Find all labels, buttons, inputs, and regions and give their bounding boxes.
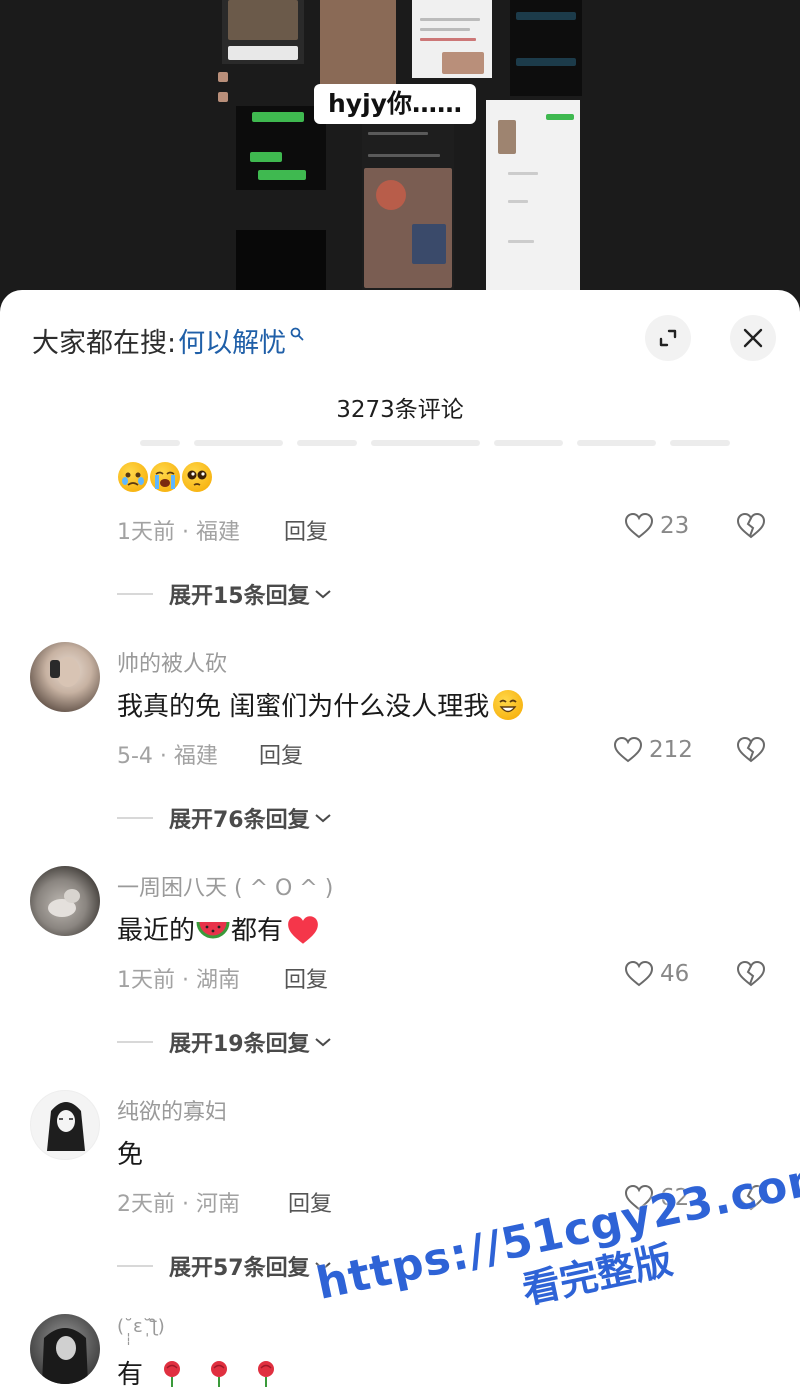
expand-icon — [656, 326, 680, 350]
like-count: 23 — [660, 513, 690, 539]
comment-text-content: 最近的 — [117, 916, 196, 946]
comment-time-location: 1天前 · 湖南 — [117, 968, 240, 993]
reply-button[interactable]: 回复 — [288, 1186, 332, 1218]
rose-emoji — [157, 1358, 187, 1388]
broken-heart-icon — [736, 736, 766, 764]
reply-button[interactable]: 回复 — [284, 514, 328, 546]
divider — [117, 817, 153, 819]
heart-icon — [624, 512, 654, 540]
dislike-button[interactable] — [736, 960, 766, 992]
like-count: 212 — [649, 737, 693, 763]
avatar[interactable] — [30, 642, 100, 712]
comment-text: 最近的 都有 — [117, 910, 322, 947]
avatar[interactable] — [30, 1090, 100, 1160]
video-screenshot-9 — [216, 68, 234, 218]
comment-username[interactable]: (˘̩̩̩ε˘̩ƪ) — [117, 1316, 165, 1337]
comment-text-content: 我真的免 闺蜜们为什么没人理我 — [117, 692, 490, 722]
comment-text — [117, 462, 213, 492]
video-screenshot-4 — [510, 0, 582, 96]
expand-replies-label: 展开15条回复 — [169, 584, 310, 609]
like-button[interactable]: 212 — [613, 736, 693, 764]
trending-search-term[interactable]: 何以解忧 — [178, 321, 286, 360]
comment-text: 有 — [117, 1354, 282, 1391]
divider — [117, 1265, 153, 1267]
like-count: 46 — [660, 961, 690, 987]
comment-text: 免 — [117, 1134, 143, 1171]
video-player[interactable]: hyjy你…… — [0, 0, 800, 300]
like-button[interactable]: 23 — [624, 512, 689, 540]
pleading-face-emoji — [182, 462, 212, 492]
expand-button[interactable] — [645, 315, 691, 361]
loudly-crying-face-emoji — [150, 462, 180, 492]
rose-emoji — [204, 1358, 234, 1388]
crying-face-emoji — [118, 462, 148, 492]
avatar[interactable] — [30, 1314, 100, 1384]
video-caption: hyjy你…… — [314, 84, 476, 124]
comment-text-content: 免 — [117, 1140, 144, 1170]
avatar[interactable] — [30, 866, 100, 936]
comment-text-suffix: 都有 — [231, 916, 284, 946]
comment-username[interactable]: 纯欲的寡妇 — [117, 1094, 227, 1126]
video-screenshot-6 — [236, 230, 326, 290]
chevron-down-icon — [314, 812, 332, 824]
divider — [117, 1041, 153, 1043]
heart-icon — [624, 960, 654, 988]
heart-icon — [613, 736, 643, 764]
comment-username[interactable]: 一周困八天 ( ^ O ^ ) — [117, 870, 333, 902]
search-icon — [290, 327, 304, 341]
video-screenshot-5 — [236, 106, 326, 190]
expand-replies-button[interactable]: 展开19条回复 — [117, 1026, 332, 1058]
trending-search-bar[interactable]: 大家都在搜: 何以解忧 — [32, 320, 304, 360]
expand-replies-label: 展开76条回复 — [169, 808, 310, 833]
rose-emoji — [251, 1358, 281, 1388]
close-button[interactable] — [730, 315, 776, 361]
watermelon-emoji — [196, 914, 230, 944]
reply-button[interactable]: 回复 — [284, 962, 328, 994]
video-screenshot-1 — [222, 0, 304, 64]
dislike-button[interactable] — [736, 736, 766, 768]
comment-time-location: 2天前 · 河南 — [117, 1192, 240, 1217]
scrolled-text-remnant — [140, 440, 731, 448]
video-screenshot-8 — [486, 100, 580, 290]
expand-replies-label: 展开19条回复 — [169, 1032, 310, 1057]
trending-search-prefix: 大家都在搜: — [32, 327, 177, 359]
comment-count-title: 3273条评论 — [336, 397, 464, 423]
video-screenshot-2 — [320, 0, 396, 84]
comment-time-location: 5-4 · 福建 — [117, 744, 218, 769]
close-icon — [742, 327, 764, 349]
comment-text-content: 有 — [117, 1360, 144, 1390]
expand-replies-label: 展开57条回复 — [169, 1256, 310, 1281]
divider — [117, 593, 153, 595]
expand-replies-button[interactable]: 展开15条回复 — [117, 578, 332, 610]
video-screenshot-3 — [412, 0, 492, 78]
comment-username[interactable]: 帅的被人砍 — [117, 646, 227, 678]
like-button[interactable]: 46 — [624, 960, 689, 988]
comment-time-location: 1天前 · 福建 — [117, 520, 240, 545]
chevron-down-icon — [314, 588, 332, 600]
grinning-face-emoji — [493, 689, 524, 720]
reply-button[interactable]: 回复 — [259, 738, 303, 770]
expand-replies-button[interactable]: 展开57条回复 — [117, 1250, 332, 1282]
comment-text: 我真的免 闺蜜们为什么没人理我 — [117, 686, 524, 723]
broken-heart-icon — [736, 960, 766, 988]
dislike-button[interactable] — [736, 512, 766, 544]
expand-replies-button[interactable]: 展开76条回复 — [117, 802, 332, 834]
red-heart-emoji — [285, 914, 321, 944]
video-screenshot-7 — [362, 124, 454, 290]
broken-heart-icon — [736, 512, 766, 540]
chevron-down-icon — [314, 1036, 332, 1048]
